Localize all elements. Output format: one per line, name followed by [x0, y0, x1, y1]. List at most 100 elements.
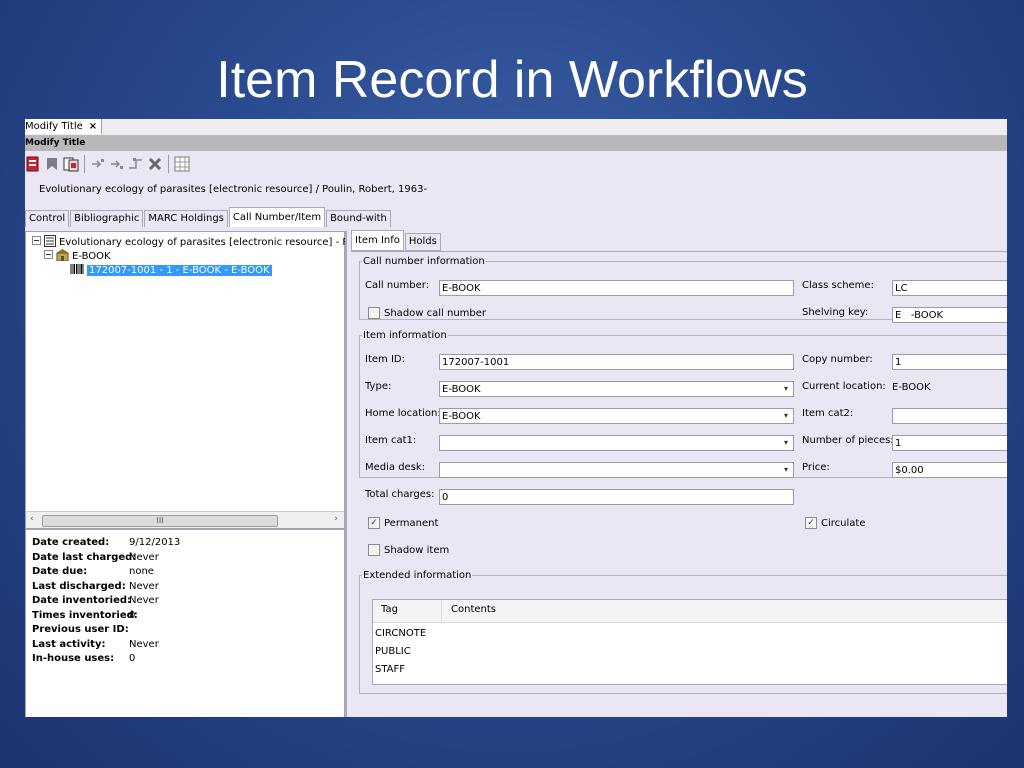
item-information-group: Item information — [359, 330, 1007, 478]
shadow-call-number-label: Shadow call number — [384, 307, 487, 319]
shelving-key-label: Shelving key: — [802, 307, 869, 318]
price-field[interactable]: $0.00 — [892, 462, 1007, 478]
tree-library-node[interactable]: E-BOOK — [44, 248, 111, 264]
tab-bound-with[interactable]: Bound-with — [326, 210, 391, 227]
scroll-left-icon[interactable]: ‹ — [30, 514, 34, 524]
copy-number-field[interactable]: 1 — [892, 354, 1007, 370]
tree-item-node[interactable]: 172007-1001 - 1 - E-BOOK - E-BOOK — [70, 263, 272, 277]
document-tab-bar: Modify Title × — [25, 119, 1007, 136]
chevron-down-icon[interactable]: ▾ — [780, 410, 792, 422]
workflows-window: Modify Title × Modify Title Evolutionary… — [25, 119, 1007, 717]
transfer-icon[interactable] — [128, 156, 144, 172]
checkbox-box[interactable] — [368, 307, 380, 319]
permanent-checkbox[interactable]: ✓ Permanent — [368, 517, 438, 529]
tab-bibliographic[interactable]: Bibliographic — [70, 210, 144, 227]
item-id-field[interactable]: 172007-1001 — [439, 354, 794, 370]
column-header-contents[interactable]: Contents — [451, 604, 496, 615]
call-number-field[interactable]: E-BOOK — [439, 280, 794, 296]
move-item-icon[interactable] — [109, 156, 125, 172]
class-scheme-label: Class scheme: — [802, 280, 874, 291]
table-row[interactable]: STAFF — [375, 664, 405, 675]
item-cat1-select[interactable]: ▾ — [439, 435, 794, 451]
checkbox-checked-icon[interactable]: ✓ — [805, 517, 817, 529]
class-scheme-field[interactable]: LC — [892, 280, 1007, 296]
stat-label: Date due: — [32, 566, 88, 577]
stat-row: Last activity: Never — [32, 638, 159, 652]
circulate-checkbox[interactable]: ✓ Circulate — [805, 517, 865, 529]
delete-icon[interactable] — [147, 156, 163, 172]
stat-row: Date last charged: Never — [32, 551, 159, 565]
tab-marc-holdings[interactable]: MARC Holdings — [144, 210, 228, 227]
checkbox-checked-icon[interactable]: ✓ — [368, 517, 380, 529]
title-record-icon — [44, 234, 56, 250]
stat-row: In-house uses: 0 — [32, 652, 135, 666]
shadow-call-number-checkbox[interactable]: Shadow call number — [368, 307, 486, 319]
record-tabs: Control Bibliographic MARC Holdings Call… — [25, 207, 392, 227]
price-label: Price: — [802, 462, 830, 473]
column-divider — [441, 600, 442, 622]
collapse-icon[interactable] — [32, 236, 41, 248]
copy-number-label: Copy number: — [802, 354, 873, 365]
number-of-pieces-label: Number of pieces: — [802, 435, 894, 446]
stat-label: In-house uses: — [32, 653, 115, 664]
stat-label: Previous user ID: — [32, 624, 129, 635]
barcode-icon — [70, 263, 84, 278]
shelving-key-field[interactable]: E -BOOK — [892, 307, 1007, 323]
column-header-tag[interactable]: Tag — [381, 604, 398, 615]
library-building-icon — [56, 248, 69, 264]
type-select[interactable]: E-BOOK ▾ — [439, 381, 794, 397]
home-location-select[interactable]: E-BOOK ▾ — [439, 408, 794, 424]
item-cat2-field[interactable] — [892, 408, 1007, 424]
stat-label: Date inventoried: — [32, 595, 132, 606]
close-icon[interactable]: × — [89, 119, 97, 134]
tree-root-node[interactable]: Evolutionary ecology of parasites [elect… — [32, 234, 376, 250]
chevron-down-icon[interactable]: ▾ — [780, 437, 792, 449]
tab-modify-title[interactable]: Modify Title × — [25, 119, 103, 134]
table-row[interactable]: CIRCNOTE — [375, 628, 426, 639]
tab-item-info[interactable]: Item Info — [351, 230, 404, 251]
record-title: Evolutionary ecology of parasites [elect… — [39, 184, 428, 195]
stat-label: Last activity: — [32, 638, 106, 650]
scroll-right-icon[interactable]: › — [334, 514, 338, 524]
checkbox-box[interactable] — [368, 544, 380, 556]
stat-row: Date due: none — [32, 565, 154, 579]
stat-label: Times inventoried: — [32, 609, 138, 621]
stat-row: Previous user ID: — [32, 623, 129, 637]
stat-label: Date last charged: — [32, 551, 137, 563]
item-cat2-label: Item cat2: — [802, 408, 854, 419]
chevron-down-icon[interactable]: ▾ — [780, 383, 792, 395]
item-information-legend: Item information — [363, 330, 447, 341]
stat-value: 9/12/2013 — [129, 537, 181, 548]
extended-information-legend: Extended information — [363, 570, 472, 581]
circulate-label: Circulate — [821, 517, 866, 529]
tree-library-label: E-BOOK — [72, 250, 111, 262]
copy-record-icon[interactable] — [63, 156, 79, 172]
table-row[interactable]: PUBLIC — [375, 646, 411, 657]
scrollbar-thumb[interactable]: III — [42, 515, 278, 527]
number-of-pieces-field[interactable]: 1 — [892, 435, 1007, 451]
call-number-label: Call number: — [365, 280, 430, 291]
item-detail-pane: Item Info Holds Call number information … — [345, 230, 1007, 717]
total-charges-field[interactable]: 0 — [439, 489, 794, 505]
item-id-label: Item ID: — [365, 354, 405, 365]
shadow-item-checkbox[interactable]: Shadow item — [368, 544, 449, 556]
bookmark-icon[interactable] — [44, 156, 60, 172]
stat-label: Date created: — [32, 537, 110, 548]
media-desk-label: Media desk: — [365, 462, 426, 473]
holdings-tree: Evolutionary ecology of parasites [elect… — [25, 231, 376, 529]
item-stats-panel: Date created: 9/12/2013 Date last charge… — [25, 529, 345, 717]
collapse-icon[interactable] — [44, 250, 53, 262]
tab-holds[interactable]: Holds — [404, 233, 441, 251]
stat-value: Never — [129, 580, 159, 592]
extended-information-group: Extended information Tag Contents CIRCNO… — [359, 570, 1007, 694]
grid-view-icon[interactable] — [174, 156, 190, 172]
add-item-icon[interactable] — [90, 156, 106, 172]
media-desk-select[interactable]: ▾ — [439, 462, 794, 478]
tab-control[interactable]: Control — [25, 210, 70, 227]
stat-row: Date created: 9/12/2013 — [32, 536, 180, 550]
current-location-value: E-BOOK — [892, 382, 931, 393]
tab-call-number-item[interactable]: Call Number/Item — [228, 207, 326, 227]
horizontal-scrollbar[interactable]: ‹ III › — [26, 511, 344, 528]
new-record-icon[interactable] — [25, 156, 41, 172]
chevron-down-icon[interactable]: ▾ — [780, 464, 792, 476]
